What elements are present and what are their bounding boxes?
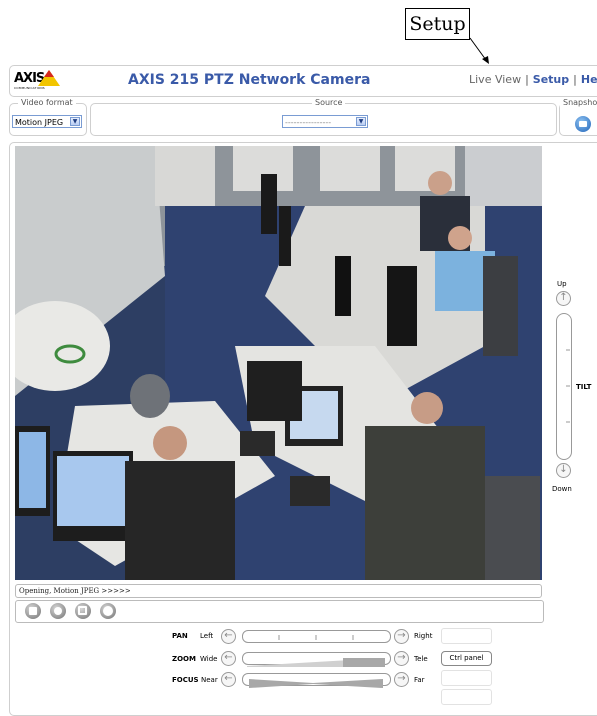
ctrl-panel-button[interactable]: Ctrl panel xyxy=(441,651,492,666)
snapshot-camera-icon[interactable] xyxy=(575,116,591,132)
video-format-select[interactable]: Motion JPEG ▼ xyxy=(12,115,82,128)
snapshot-title: Snapshot xyxy=(560,97,597,109)
office-scene-image xyxy=(15,146,542,580)
zoom-tele-label: Tele xyxy=(414,655,428,663)
video-format-title: Video format xyxy=(18,97,76,109)
fullscreen-icon[interactable] xyxy=(75,603,91,619)
snapshot-icon[interactable] xyxy=(50,603,66,619)
page-title: AXIS 215 PTZ Network Camera xyxy=(128,72,371,88)
tilt-slider[interactable] xyxy=(556,313,572,460)
zoom-wide-arrow-icon[interactable]: ← xyxy=(221,651,236,666)
source-value: ---------------- xyxy=(285,118,332,127)
zoom-wide-label: Wide xyxy=(200,655,218,663)
focus-slider[interactable] xyxy=(242,673,391,688)
tilt-up-arrow-icon[interactable]: ↑ xyxy=(556,291,571,306)
stream-status-bar: Opening, Motion JPEG >>>>> xyxy=(15,584,542,598)
video-format-group: Video format Motion JPEG ▼ xyxy=(9,97,87,136)
focus-label: FOCUS xyxy=(172,676,199,684)
video-format-value: Motion JPEG xyxy=(15,118,64,127)
axis-logo-sub: COMMUNICATIONS xyxy=(14,86,45,90)
source-title: Source xyxy=(312,97,346,109)
tilt-down-arrow-icon[interactable]: ↓ xyxy=(556,463,571,478)
tilt-down-label: Down xyxy=(552,485,572,493)
nav-live-view[interactable]: Live View xyxy=(469,73,521,86)
tilt-ticks xyxy=(566,349,570,423)
setup-callout-label: Setup xyxy=(405,8,470,40)
pan-left-arrow-icon[interactable]: ← xyxy=(221,629,236,644)
tilt-up-label: Up xyxy=(557,280,567,288)
zoom-wedge xyxy=(247,658,385,667)
control-button-bar xyxy=(15,600,544,623)
emulate-joystick-icon[interactable] xyxy=(100,603,116,619)
focus-near-label: Near xyxy=(201,676,218,684)
source-select[interactable]: ---------------- ▼ xyxy=(282,115,368,128)
chevron-down-icon: ▼ xyxy=(70,117,80,126)
nav-help-link[interactable]: Help xyxy=(581,73,597,86)
zoom-tele-arrow-icon[interactable]: → xyxy=(394,651,409,666)
pan-ticks xyxy=(278,635,354,640)
pan-right-label: Right xyxy=(414,632,433,640)
zoom-label: ZOOM xyxy=(172,655,196,663)
focus-near-arrow-icon[interactable]: ← xyxy=(221,672,236,687)
chevron-down-icon: ▼ xyxy=(356,117,366,126)
preset-placeholder xyxy=(441,628,492,644)
focus-far-arrow-icon[interactable]: → xyxy=(394,672,409,687)
pan-left-label: Left xyxy=(200,632,214,640)
pan-right-arrow-icon[interactable]: → xyxy=(394,629,409,644)
source-group: Source ---------------- ▼ xyxy=(90,97,557,136)
ptz-placeholder-2 xyxy=(441,689,492,705)
focus-far-label: Far xyxy=(414,676,425,684)
tilt-label: TILT xyxy=(576,383,592,391)
stop-icon[interactable] xyxy=(25,603,41,619)
nav-setup-link[interactable]: Setup xyxy=(533,73,569,86)
pan-slider[interactable] xyxy=(242,630,391,643)
top-nav: Live View|Setup|Help xyxy=(469,73,597,86)
axis-logo-triangle-icon xyxy=(38,70,60,86)
zoom-slider[interactable] xyxy=(242,652,391,667)
ptz-placeholder-1 xyxy=(441,670,492,686)
pan-label: PAN xyxy=(172,632,188,640)
focus-wedge xyxy=(249,679,383,688)
live-video-image[interactable] xyxy=(15,146,542,580)
